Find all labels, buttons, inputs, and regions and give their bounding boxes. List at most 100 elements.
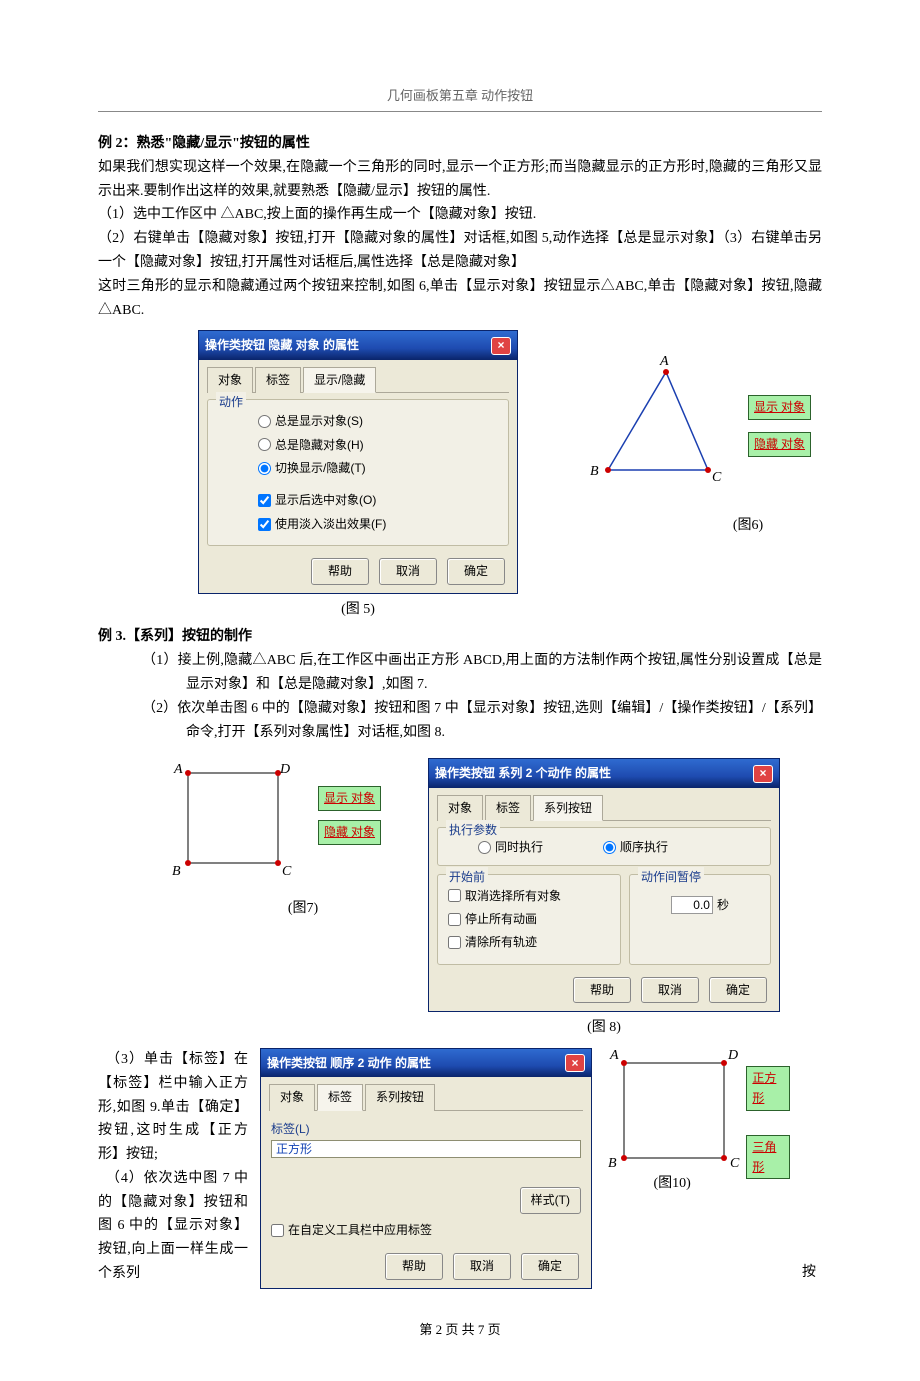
dialog8: 操作类按钮 系列 2 个动作 的属性 × 对象 标签 系列按钮 执行参数 同时执… [428, 758, 780, 1012]
group-exec: 执行参数 同时执行 顺序执行 [437, 827, 771, 865]
check-deselect[interactable]: 取消选择所有对象 [448, 886, 610, 906]
vertex-A: A [610, 1044, 619, 1068]
vertex-D: D [280, 758, 290, 782]
close-icon[interactable]: × [565, 1054, 585, 1072]
square-button[interactable]: 正方形 [746, 1066, 790, 1111]
p2: （1）选中工作区中 △ABC,按上面的操作再生成一个【隐藏对象】按钮. [98, 203, 822, 227]
pause-seconds-input[interactable] [671, 896, 713, 914]
ok-button[interactable]: 确定 [447, 558, 505, 584]
group-action-title: 动作 [216, 392, 246, 412]
figure7-caption: (图7) [208, 897, 398, 921]
cancel-button[interactable]: 取消 [379, 558, 437, 584]
dialog9: 操作类按钮 顺序 2 动作 的属性 × 对象 标签 系列按钮 标签(L) 样 [260, 1048, 592, 1289]
figure5-caption: (图 5) [198, 598, 518, 622]
dialog9-tabs: 对象 标签 系列按钮 [269, 1083, 583, 1110]
dialog5: 操作类按钮 隐藏 对象 的属性 × 对象 标签 显示/隐藏 动作 总是显示对象(… [198, 330, 518, 593]
group-before-title: 开始前 [446, 867, 488, 887]
radio-always-hide[interactable]: 总是隐藏对象(H) [258, 435, 498, 455]
vertex-B: B [172, 860, 181, 884]
s3-4-tail: 按 [802, 1261, 822, 1289]
tab-label[interactable]: 标签 [485, 795, 531, 821]
help-button[interactable]: 帮助 [385, 1253, 443, 1279]
group-pause-title: 动作间暂停 [638, 867, 704, 887]
hide-object-button[interactable]: 隐藏 对象 [748, 432, 811, 456]
show-object-button[interactable]: 显示 对象 [748, 395, 811, 419]
label-input[interactable] [271, 1140, 581, 1158]
check-select-after[interactable]: 显示后选中对象(O) [258, 490, 498, 510]
radio-toggle[interactable]: 切换显示/隐藏(T) [258, 458, 498, 478]
header-rule [98, 111, 822, 112]
dialog8-title: 操作类按钮 系列 2 个动作 的属性 [435, 763, 611, 783]
dialog5-tabs: 对象 标签 显示/隐藏 [207, 366, 509, 393]
p1: 如果我们想实现这样一个效果,在隐藏一个三角形的同时,显示一个正方形;而当隐藏显示… [98, 156, 822, 204]
vertex-B: B [590, 460, 599, 484]
radio-always-show[interactable]: 总是显示对象(S) [258, 411, 498, 431]
dialog8-tabs: 对象 标签 系列按钮 [437, 794, 771, 821]
tab-object[interactable]: 对象 [269, 1084, 315, 1110]
s3-1: （1）接上例,隐藏△ABC 后,在工作区中画出正方形 ABCD,用上面的方法制作… [98, 649, 822, 697]
figure7-container: A D B C 显示 对象 隐藏 对象 (图7) [168, 758, 398, 921]
tab-series[interactable]: 系列按钮 [365, 1084, 435, 1110]
group-before: 开始前 取消选择所有对象 停止所有动画 清除所有轨迹 [437, 874, 621, 965]
check-stopanim[interactable]: 停止所有动画 [448, 909, 610, 929]
s3-4: （4）依次选中图 7 中的【隐藏对象】按钮和图 6 中的【显示对象】按钮,向上面… [98, 1167, 248, 1286]
square-icon [604, 1053, 744, 1183]
close-icon[interactable]: × [753, 765, 773, 783]
tab-object[interactable]: 对象 [437, 795, 483, 821]
group-exec-title: 执行参数 [446, 820, 500, 840]
figure5-container: 操作类按钮 隐藏 对象 的属性 × 对象 标签 显示/隐藏 动作 总是显示对象(… [198, 330, 518, 621]
ok-button[interactable]: 确定 [521, 1253, 579, 1279]
figure10-caption: (图10) [604, 1172, 740, 1196]
cancel-button[interactable]: 取消 [641, 977, 699, 1003]
dialog5-title: 操作类按钮 隐藏 对象 的属性 [205, 335, 359, 355]
triangle-button[interactable]: 三角形 [746, 1135, 790, 1180]
help-button[interactable]: 帮助 [311, 558, 369, 584]
pause-unit: 秒 [717, 895, 729, 915]
vertex-C: C [712, 466, 721, 490]
dialog5-buttons: 帮助 取消 确定 [207, 554, 509, 584]
cancel-button[interactable]: 取消 [453, 1253, 511, 1279]
style-button[interactable]: 样式(T) [520, 1187, 581, 1213]
dialog9-titlebar: 操作类按钮 顺序 2 动作 的属性 × [261, 1049, 591, 1077]
hide-object-button[interactable]: 隐藏 对象 [318, 820, 381, 844]
figure6-caption: (图6) [678, 514, 818, 538]
p4: 这时三角形的显示和隐藏通过两个按钮来控制,如图 6,单击【显示对象】按钮显示△A… [98, 275, 822, 323]
dialog8-buttons: 帮助 取消 确定 [437, 973, 771, 1003]
vertex-D: D [728, 1044, 738, 1068]
radio-sequential[interactable]: 顺序执行 [603, 837, 668, 857]
example2-title: 例 2：熟悉"隐藏/显示"按钮的属性 [98, 132, 822, 156]
check-apply-customtool[interactable]: 在自定义工具栏中应用标签 [271, 1220, 581, 1240]
figure8-container: 操作类按钮 系列 2 个动作 的属性 × 对象 标签 系列按钮 执行参数 同时执… [428, 758, 780, 1040]
group-pause: 动作间暂停 秒 [629, 874, 771, 965]
dialog5-titlebar: 操作类按钮 隐藏 对象 的属性 × [199, 331, 517, 359]
dialog9-buttons: 帮助 取消 确定 [269, 1249, 583, 1279]
s3-2: （2）依次单击图 6 中的【隐藏对象】按钮和图 7 中【显示对象】按钮,选则【编… [98, 697, 822, 745]
s3-3: （3）单击【标签】在【标签】栏中输入正方形,如图 9.单击【确定】按钮,这时生成… [98, 1048, 248, 1167]
page-footer: 第 2 页 共 7 页 [98, 1319, 822, 1341]
help-button[interactable]: 帮助 [573, 977, 631, 1003]
dialog8-titlebar: 操作类按钮 系列 2 个动作 的属性 × [429, 759, 779, 787]
dialog9-title: 操作类按钮 顺序 2 动作 的属性 [267, 1053, 431, 1073]
tab-label[interactable]: 标签 [317, 1084, 363, 1110]
tab-label[interactable]: 标签 [255, 367, 301, 393]
tab-series[interactable]: 系列按钮 [533, 795, 603, 821]
figure9-container: 操作类按钮 顺序 2 动作 的属性 × 对象 标签 系列按钮 标签(L) 样 [260, 1048, 592, 1289]
check-cleartrace[interactable]: 清除所有轨迹 [448, 932, 610, 952]
tab-showhide[interactable]: 显示/隐藏 [303, 367, 376, 393]
check-fade[interactable]: 使用淡入淡出效果(F) [258, 514, 498, 534]
vertex-A: A [174, 758, 183, 782]
figure6-container: A B C 显示 对象 隐藏 对象 (图6) [588, 360, 818, 538]
page-header: 几何画板第五章 动作按钮 [98, 85, 822, 107]
example3-title: 例 3.【系列】按钮的制作 [98, 625, 822, 649]
vertex-C: C [282, 860, 291, 884]
figure10-container: A D B C (图10) 正方形 三角形 [604, 1048, 790, 1188]
group-action: 动作 总是显示对象(S) 总是隐藏对象(H) 切换显示/隐藏(T) 显示后选中对… [207, 399, 509, 546]
vertex-A: A [660, 350, 669, 374]
ok-button[interactable]: 确定 [709, 977, 767, 1003]
close-icon[interactable]: × [491, 337, 511, 355]
tab-object[interactable]: 对象 [207, 367, 253, 393]
p3: （2）右键单击【隐藏对象】按钮,打开【隐藏对象的属性】对话框,如图 5,动作选择… [98, 227, 822, 275]
show-object-button[interactable]: 显示 对象 [318, 786, 381, 810]
square-icon [168, 758, 298, 888]
label-field-label: 标签(L) [271, 1119, 581, 1139]
